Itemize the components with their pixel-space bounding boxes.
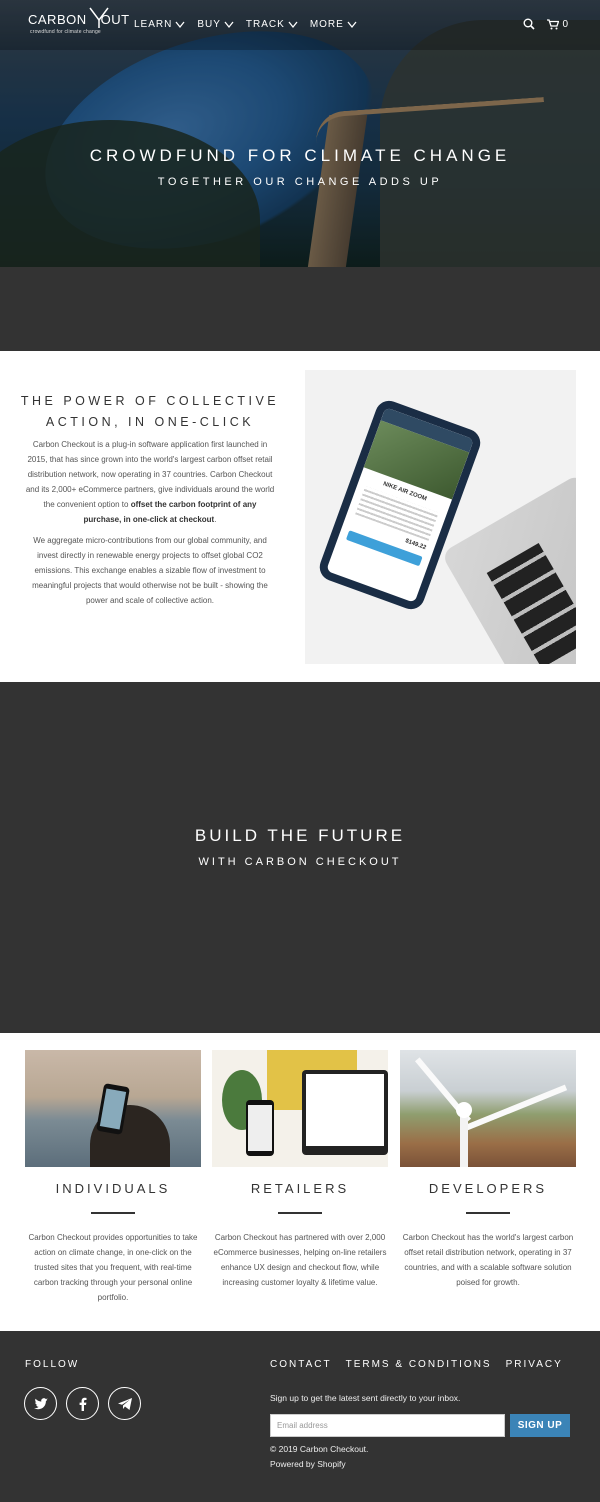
paragraph: We aggregate micro-contributions from ou…: [32, 536, 268, 605]
facebook-link[interactable]: [66, 1387, 99, 1420]
title-line: ACTION, IN ONE-CLICK: [45, 415, 255, 429]
chevron-down-icon: [288, 21, 298, 28]
menu-item-learn[interactable]: LEARN: [134, 19, 185, 30]
audience-columns: INDIVIDUALS Carbon Checkout provides opp…: [0, 1033, 600, 1331]
laptop-image: [440, 473, 576, 664]
footer-link-contact[interactable]: CONTACT: [270, 1359, 332, 1370]
column-individuals: INDIVIDUALS Carbon Checkout provides opp…: [25, 1050, 201, 1305]
column-text: Carbon Checkout has the world's largest …: [402, 1233, 574, 1287]
column-title: INDIVIDUALS: [55, 1181, 171, 1196]
site-footer: FOLLOW CONTACT TERMS & CONDITIONS PRIVAC…: [0, 1331, 600, 1502]
main-menu: LEARN BUY TRACK MORE: [134, 19, 357, 30]
facebook-icon: [79, 1397, 86, 1411]
menu-label: LEARN: [134, 19, 173, 30]
logo-leaf-icon: [89, 7, 109, 28]
phone-checkout-photo: NIKE AIR ZOOM $149.22: [305, 370, 576, 664]
hero-title: CROWDFUND FOR CLIMATE CHANGE: [89, 146, 511, 165]
chevron-down-icon: [224, 21, 234, 28]
turbine-hub: [456, 1102, 472, 1118]
turbine-tower: [460, 1110, 468, 1167]
footer-copyright: © 2019 Carbon Checkout. Powered by Shopi…: [270, 1442, 368, 1472]
paragraph-end: .: [214, 515, 217, 524]
follow-heading: FOLLOW: [25, 1359, 80, 1370]
social-links: [24, 1387, 141, 1420]
copyright-text: © 2019 Carbon Checkout.: [270, 1444, 369, 1454]
menu-label: TRACK: [245, 19, 285, 30]
paragraph: Carbon Checkout is a plug-in software ap…: [25, 437, 275, 527]
hero-banner: CARBON OUT crowdfund for climate change L…: [0, 0, 600, 267]
paragraph-text: Carbon Checkout is a plug-in software ap…: [25, 440, 275, 509]
twitter-link[interactable]: [24, 1387, 57, 1420]
signup-button[interactable]: SIGN UP: [510, 1414, 570, 1437]
site-logo[interactable]: CARBON OUT crowdfund for climate change: [28, 7, 130, 35]
twitter-icon: [33, 1397, 48, 1409]
retailers-photo: [212, 1050, 388, 1167]
top-nav: CARBON OUT crowdfund for climate change L…: [0, 0, 600, 50]
menu-item-more[interactable]: MORE: [310, 19, 357, 30]
email-field[interactable]: [270, 1414, 505, 1437]
footer-link-terms[interactable]: TERMS & CONDITIONS: [346, 1359, 492, 1370]
chevron-down-icon: [347, 21, 357, 28]
menu-item-buy[interactable]: BUY: [197, 19, 234, 30]
footer-links: CONTACT TERMS & CONDITIONS PRIVACY: [270, 1359, 563, 1370]
menu-label: MORE: [309, 19, 344, 30]
title-line: THE POWER OF COLLECTIVE: [20, 394, 280, 408]
phone-text-lines: [355, 486, 439, 541]
hero-subtitle: TOGETHER OUR CHANGE ADDS UP: [157, 176, 443, 188]
column-text: Carbon Checkout has partnered with over …: [213, 1233, 387, 1287]
laptop-shape: [302, 1070, 388, 1155]
chevron-down-icon: [175, 21, 185, 28]
cart-button[interactable]: 0: [547, 19, 568, 30]
laptop-keys: [486, 543, 576, 664]
column-developers: DEVELOPERS Carbon Checkout has the world…: [400, 1050, 576, 1290]
future-title: BUILD THE FUTURE: [194, 826, 406, 845]
cart-icon: [547, 18, 560, 29]
nav-actions: 0: [523, 18, 568, 30]
future-subtitle: WITH CARBON CHECKOUT: [198, 856, 402, 868]
telegram-link[interactable]: [108, 1387, 141, 1420]
divider: [466, 1212, 510, 1214]
mobile-shape: [246, 1100, 274, 1156]
column-title: DEVELOPERS: [428, 1181, 548, 1196]
column-retailers: RETAILERS Carbon Checkout has partnered …: [212, 1050, 388, 1290]
turbine-blade: [462, 1084, 568, 1132]
section-body: Carbon Checkout is a plug-in software ap…: [25, 437, 275, 614]
newsletter-note: Sign up to get the latest sent directly …: [270, 1393, 461, 1403]
section-title: THE POWER OF COLLECTIVE ACTION, IN ONE-C…: [20, 391, 280, 433]
column-title: RETAILERS: [250, 1181, 350, 1196]
divider: [91, 1212, 135, 1214]
future-banner: BUILD THE FUTURE WITH CARBON CHECKOUT: [0, 682, 600, 1033]
telegram-icon: [117, 1397, 132, 1410]
footer-link-privacy[interactable]: PRIVACY: [506, 1359, 563, 1370]
collective-action-section: THE POWER OF COLLECTIVE ACTION, IN ONE-C…: [0, 351, 600, 682]
dark-band: [0, 267, 600, 351]
menu-item-track[interactable]: TRACK: [246, 19, 298, 30]
logo-wordmark: CARBON OUT: [28, 12, 130, 27]
developers-photo: [400, 1050, 576, 1167]
column-text: Carbon Checkout provides opportunities t…: [28, 1233, 198, 1302]
divider: [278, 1212, 322, 1214]
search-icon[interactable]: [523, 18, 536, 30]
logo-tagline: crowdfund for climate change: [30, 29, 101, 35]
menu-label: BUY: [197, 19, 221, 30]
powered-by-link[interactable]: Powered by Shopify: [270, 1457, 368, 1472]
cart-count: 0: [562, 18, 568, 30]
individuals-photo: [25, 1050, 201, 1167]
